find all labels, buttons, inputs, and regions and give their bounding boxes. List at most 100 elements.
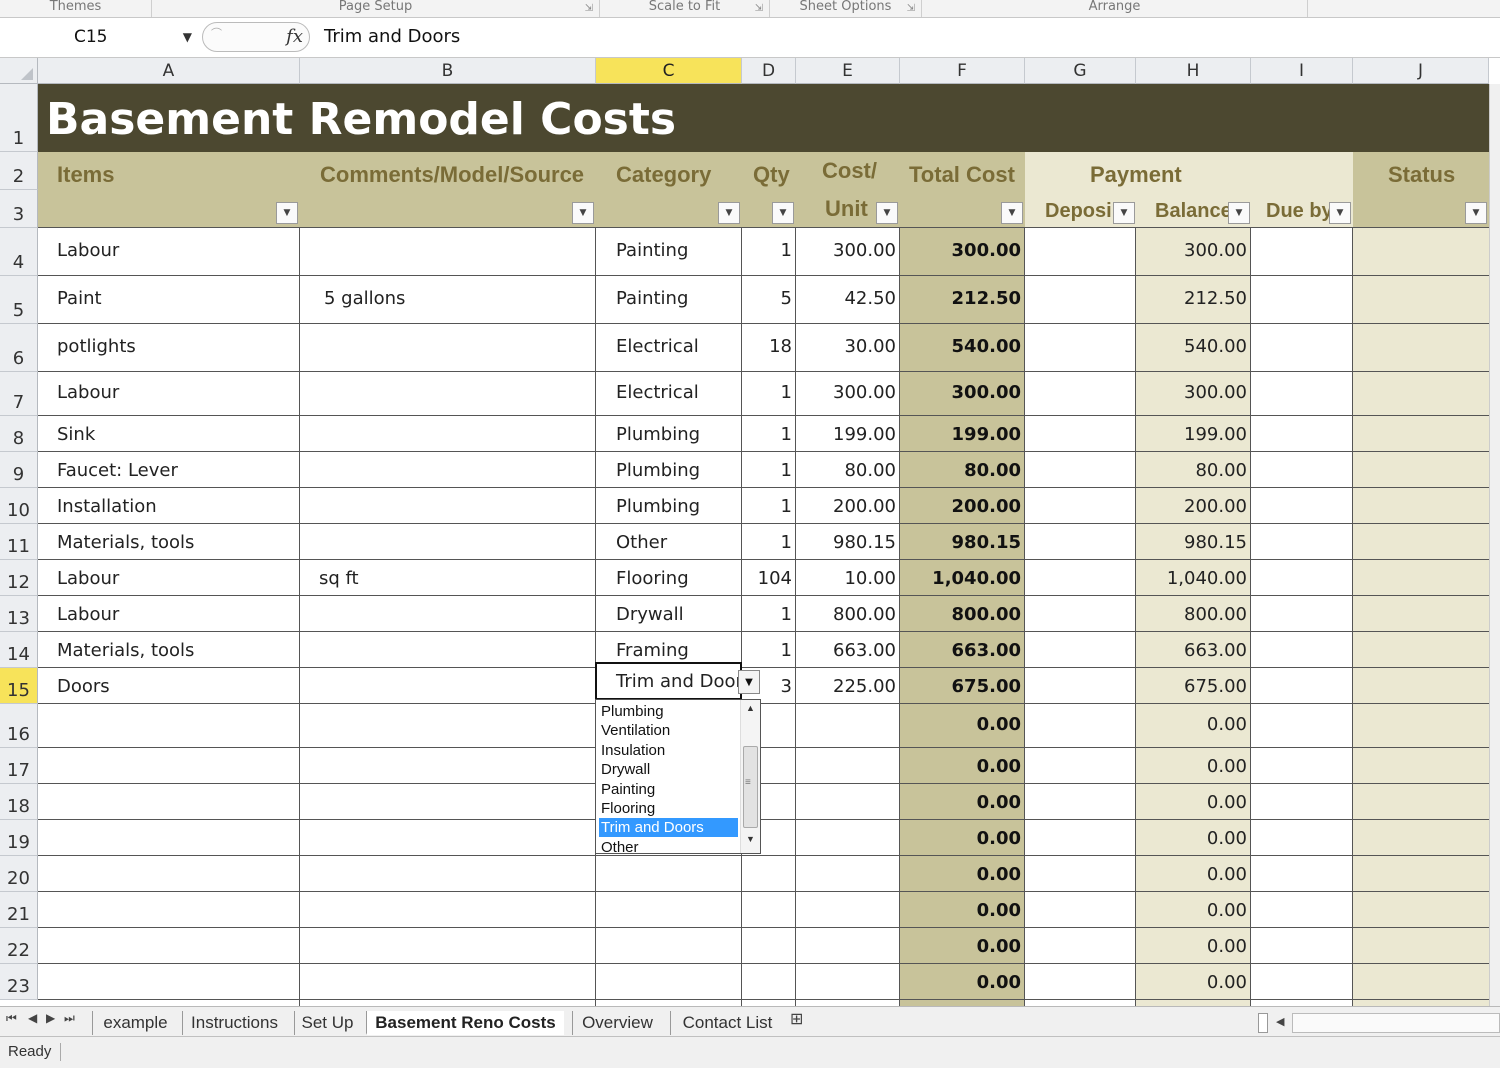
cell-balance[interactable]: 0.00 bbox=[1207, 900, 1247, 921]
sheet-tab[interactable]: Overview bbox=[572, 1011, 662, 1035]
header-total-cost[interactable]: Total Cost bbox=[909, 162, 1015, 188]
sheet-tab[interactable]: Basement Reno Costs bbox=[366, 1011, 564, 1035]
chevron-down-icon[interactable]: ▼ bbox=[183, 22, 192, 52]
cell-total-cost[interactable]: 0.00 bbox=[977, 756, 1021, 777]
cell-category[interactable]: Painting bbox=[616, 240, 688, 261]
cell-item[interactable]: Doors bbox=[57, 676, 110, 697]
cell-qty[interactable]: 1 bbox=[781, 496, 792, 517]
filter-dropdown-deposit[interactable]: ▼ bbox=[1113, 202, 1135, 224]
header-cost-unit-line1[interactable]: Cost/ bbox=[822, 158, 877, 184]
row-header-1[interactable]: 1 bbox=[0, 84, 38, 152]
cell-qty[interactable]: 1 bbox=[781, 532, 792, 553]
cell-category[interactable]: Electrical bbox=[616, 336, 699, 357]
sheet-tab[interactable]: Contact List bbox=[670, 1011, 784, 1035]
next-sheet-icon[interactable]: ▶ bbox=[46, 1011, 55, 1025]
cell-total-cost[interactable]: 0.00 bbox=[977, 714, 1021, 735]
row-header-4[interactable]: 4 bbox=[0, 228, 38, 276]
row-header-23[interactable]: 23 bbox=[0, 964, 38, 1000]
cell-qty[interactable]: 3 bbox=[781, 676, 792, 697]
cell-total-cost[interactable]: 540.00 bbox=[952, 336, 1021, 357]
cell-total-cost[interactable]: 675.00 bbox=[952, 676, 1021, 697]
row-header-13[interactable]: 13 bbox=[0, 596, 38, 632]
row-header-19[interactable]: 19 bbox=[0, 820, 38, 856]
first-sheet-icon[interactable]: ⏮ bbox=[6, 1011, 17, 1026]
cell-qty[interactable]: 5 bbox=[781, 288, 792, 309]
cell-cost-unit[interactable]: 663.00 bbox=[833, 640, 896, 661]
sheet-tab[interactable]: example bbox=[92, 1011, 178, 1035]
ribbon-group-sheet-options[interactable]: Sheet Options ⇲ bbox=[770, 0, 922, 17]
column-header-b[interactable]: B bbox=[300, 58, 596, 84]
cell-balance[interactable]: 300.00 bbox=[1184, 382, 1247, 403]
cell-total-cost[interactable]: 300.00 bbox=[952, 240, 1021, 261]
cell-balance[interactable]: 300.00 bbox=[1184, 240, 1247, 261]
row-header-16[interactable]: 16 bbox=[0, 704, 38, 748]
dialog-launcher-icon[interactable]: ⇲ bbox=[585, 2, 593, 15]
cell-balance[interactable]: 980.15 bbox=[1184, 532, 1247, 553]
cell-item[interactable]: Faucet: Lever bbox=[57, 460, 178, 481]
scroll-down-icon[interactable]: ▼ bbox=[746, 834, 755, 844]
cell-dropdown-button[interactable]: ▼ bbox=[738, 670, 760, 694]
cell-balance[interactable]: 0.00 bbox=[1207, 714, 1247, 735]
header-comments[interactable]: Comments/Model/Source bbox=[320, 162, 584, 188]
cell-item[interactable]: Materials, tools bbox=[57, 640, 194, 661]
cell-balance[interactable]: 0.00 bbox=[1207, 936, 1247, 957]
sheet-title[interactable]: Basement Remodel Costs bbox=[46, 94, 676, 145]
cell-qty[interactable]: 1 bbox=[781, 382, 792, 403]
cell-balance[interactable]: 200.00 bbox=[1184, 496, 1247, 517]
row-header-10[interactable]: 10 bbox=[0, 488, 38, 524]
cell-item[interactable]: Labour bbox=[57, 568, 119, 589]
header-due-by[interactable]: Due by bbox=[1266, 200, 1330, 223]
insert-function-icon[interactable]: fx bbox=[286, 26, 303, 47]
cell-item[interactable]: Labour bbox=[57, 604, 119, 625]
horizontal-scrollbar[interactable]: ◀ bbox=[1258, 1013, 1500, 1033]
cell-total-cost[interactable]: 212.50 bbox=[952, 288, 1021, 309]
list-scrollbar[interactable]: ▲ ≡ ▼ bbox=[740, 700, 760, 853]
cell-total-cost[interactable]: 0.00 bbox=[977, 936, 1021, 957]
column-header-j[interactable]: J bbox=[1353, 58, 1489, 84]
row-header-21[interactable]: 21 bbox=[0, 892, 38, 928]
dropdown-option[interactable]: Insulation bbox=[599, 741, 738, 760]
ribbon-group-page-setup[interactable]: Page Setup ⇲ bbox=[152, 0, 600, 17]
row-header-6[interactable]: 6 bbox=[0, 324, 38, 372]
row-header-3[interactable]: 3 bbox=[0, 190, 38, 228]
category-dropdown-list[interactable]: Plumbing Ventilation Insulation Drywall Pain… bbox=[595, 699, 761, 857]
cell-total-cost[interactable]: 80.00 bbox=[964, 460, 1021, 481]
cell-balance[interactable]: 800.00 bbox=[1184, 604, 1247, 625]
cell-item[interactable]: Labour bbox=[57, 240, 119, 261]
vertical-scrollbar[interactable] bbox=[1489, 84, 1500, 1006]
column-header-i[interactable]: I bbox=[1251, 58, 1353, 84]
cell-comment[interactable]: 5 gallons bbox=[324, 288, 405, 309]
prev-sheet-icon[interactable]: ◀ bbox=[28, 1011, 37, 1025]
cell-cost-unit[interactable]: 300.00 bbox=[833, 240, 896, 261]
cell-qty[interactable]: 104 bbox=[758, 568, 792, 589]
dropdown-option[interactable]: Drywall bbox=[599, 760, 738, 779]
sheet-tab[interactable]: Instructions bbox=[182, 1011, 286, 1035]
insert-sheet-icon[interactable]: ⊞ bbox=[790, 1009, 803, 1028]
column-header-f[interactable]: F bbox=[900, 58, 1025, 84]
cell-total-cost[interactable]: 800.00 bbox=[952, 604, 1021, 625]
cell-total-cost[interactable]: 0.00 bbox=[977, 972, 1021, 993]
column-header-a[interactable]: A bbox=[38, 58, 300, 84]
row-header-2[interactable]: 2 bbox=[0, 152, 38, 190]
cell-item[interactable]: potlights bbox=[57, 336, 136, 357]
dropdown-option[interactable]: Flooring bbox=[599, 799, 738, 818]
column-header-d[interactable]: D bbox=[742, 58, 796, 84]
dropdown-option[interactable]: Other bbox=[599, 838, 738, 857]
cell-cost-unit[interactable]: 10.00 bbox=[844, 568, 896, 589]
scroll-left-icon[interactable]: ◀ bbox=[1276, 1015, 1284, 1028]
active-cell-c15[interactable]: Trim and Doors bbox=[595, 662, 752, 700]
last-sheet-icon[interactable]: ⏭ bbox=[64, 1011, 75, 1026]
cell-balance[interactable]: 0.00 bbox=[1207, 756, 1247, 777]
filter-dropdown-category[interactable]: ▼ bbox=[718, 202, 740, 224]
dropdown-option[interactable]: Trim and Doors bbox=[599, 818, 738, 838]
cell-cost-unit[interactable]: 199.00 bbox=[833, 424, 896, 445]
select-all-button[interactable] bbox=[0, 58, 38, 84]
filter-dropdown-due-by[interactable]: ▼ bbox=[1329, 202, 1351, 224]
column-header-g[interactable]: G bbox=[1025, 58, 1136, 84]
row-header-15[interactable]: 15 bbox=[0, 668, 38, 704]
cell-item[interactable]: Labour bbox=[57, 382, 119, 403]
cell-item[interactable]: Materials, tools bbox=[57, 532, 194, 553]
cell-total-cost[interactable]: 1,040.00 bbox=[932, 568, 1021, 589]
row-header-8[interactable]: 8 bbox=[0, 416, 38, 452]
cell-total-cost[interactable]: 0.00 bbox=[977, 900, 1021, 921]
